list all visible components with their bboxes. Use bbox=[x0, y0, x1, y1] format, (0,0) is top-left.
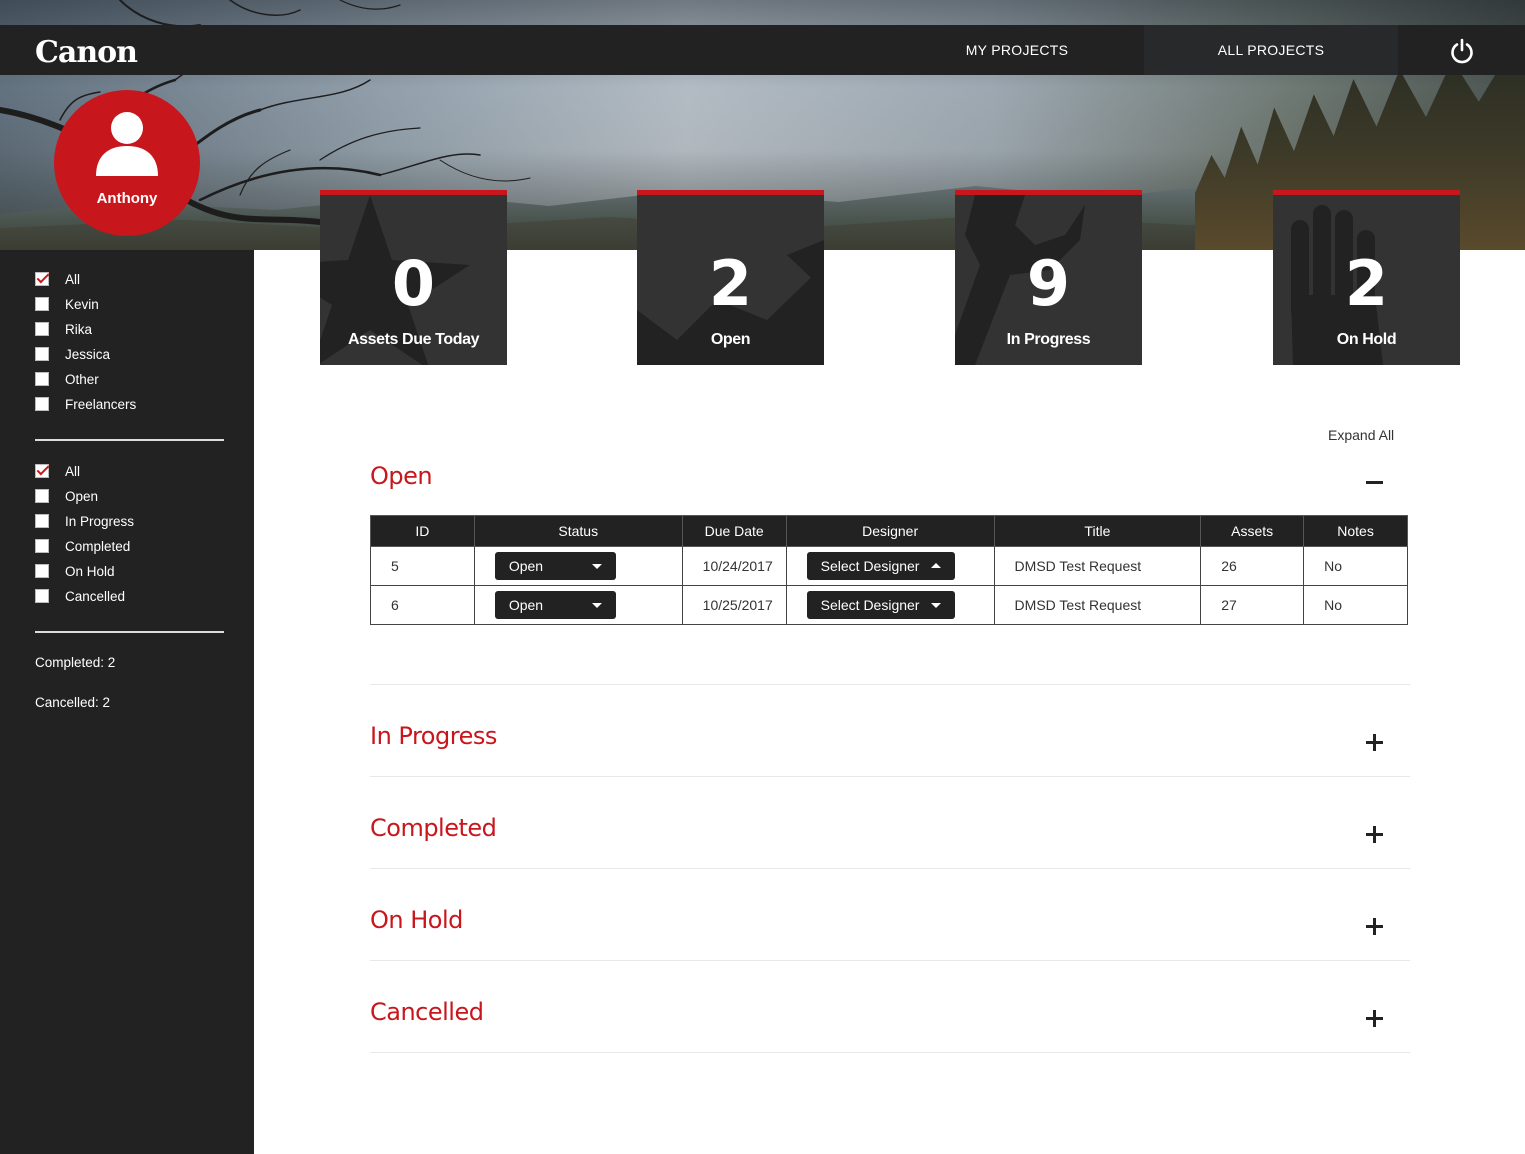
top-navigation-bar: Canon MY PROJECTS ALL PROJECTS bbox=[0, 25, 1525, 75]
status-dropdown[interactable]: Open bbox=[494, 591, 616, 619]
caret-down-icon bbox=[591, 564, 602, 569]
power-button[interactable] bbox=[1398, 25, 1525, 75]
checkbox[interactable] bbox=[35, 564, 49, 578]
designer-dropdown[interactable]: Select Designer bbox=[806, 552, 955, 580]
cell-notes: No bbox=[1303, 546, 1408, 586]
minus-icon bbox=[1366, 481, 1383, 484]
caret-down-icon bbox=[930, 603, 941, 608]
expand-toggle[interactable] bbox=[1362, 730, 1388, 756]
expand-toggle[interactable] bbox=[1362, 822, 1388, 848]
section-divider bbox=[370, 776, 1410, 777]
designer-dropdown[interactable]: Select Designer bbox=[806, 591, 955, 619]
card-value: 9 bbox=[1026, 247, 1071, 320]
section-title-in-progress[interactable]: In Progress bbox=[370, 722, 497, 750]
checkbox[interactable] bbox=[35, 272, 49, 286]
sidebar-divider bbox=[35, 439, 224, 441]
checkbox[interactable] bbox=[35, 464, 49, 478]
column-header-due-date[interactable]: Due Date bbox=[681, 515, 787, 547]
cell-title[interactable]: DMSD Test Request bbox=[993, 585, 1202, 625]
caret-up-icon bbox=[930, 563, 941, 568]
column-header-title[interactable]: Title bbox=[993, 515, 1202, 547]
card-open[interactable]: 2 Open bbox=[637, 190, 824, 365]
expand-toggle[interactable] bbox=[1362, 1006, 1388, 1032]
collapse-toggle[interactable] bbox=[1362, 470, 1388, 496]
checkbox[interactable] bbox=[35, 372, 49, 386]
user-avatar[interactable]: Anthony bbox=[54, 90, 200, 236]
checkbox[interactable] bbox=[35, 539, 49, 553]
nav-all-projects[interactable]: ALL PROJECTS bbox=[1144, 25, 1398, 75]
card-in-progress[interactable]: 9 In Progress bbox=[955, 190, 1142, 365]
cell-status: Open bbox=[473, 546, 683, 586]
column-header-designer[interactable]: Designer bbox=[785, 515, 995, 547]
cell-designer: Select Designer bbox=[785, 546, 995, 586]
section-title-completed[interactable]: Completed bbox=[370, 814, 497, 842]
expand-all-link[interactable]: Expand All bbox=[1328, 427, 1394, 443]
section-divider bbox=[370, 868, 1410, 869]
table-row[interactable]: 5 Open 10/24/2017 Select Designer DMSD T… bbox=[370, 546, 1408, 586]
table-header-row: ID Status Due Date Designer Title Assets… bbox=[370, 515, 1408, 547]
nav-my-projects[interactable]: MY PROJECTS bbox=[890, 25, 1144, 75]
card-value: 2 bbox=[1344, 247, 1389, 320]
column-header-assets[interactable]: Assets bbox=[1200, 515, 1305, 547]
checkbox[interactable] bbox=[35, 347, 49, 361]
checkbox[interactable] bbox=[35, 397, 49, 411]
user-icon bbox=[96, 112, 158, 176]
section-divider bbox=[370, 960, 1410, 961]
card-value: 0 bbox=[391, 247, 436, 320]
cell-due-date: 10/24/2017 bbox=[681, 546, 787, 586]
card-label: Open bbox=[710, 331, 751, 348]
card-label: Assets Due Today bbox=[347, 331, 480, 348]
checkbox[interactable] bbox=[35, 589, 49, 603]
checkbox[interactable] bbox=[35, 322, 49, 336]
section-title-cancelled[interactable]: Cancelled bbox=[370, 998, 484, 1026]
table-row[interactable]: 6 Open 10/25/2017 Select Designer DMSD T… bbox=[370, 585, 1408, 625]
cell-assets: 26 bbox=[1200, 546, 1305, 586]
cell-notes: No bbox=[1303, 585, 1408, 625]
cell-id: 6 bbox=[370, 585, 475, 625]
checkbox[interactable] bbox=[35, 489, 49, 503]
checkbox[interactable] bbox=[35, 297, 49, 311]
sidebar-divider bbox=[35, 631, 224, 633]
cell-assets: 27 bbox=[1200, 585, 1305, 625]
filter-sidebar: All Kevin Rika Jessica Other Freelancers… bbox=[0, 250, 254, 1154]
caret-down-icon bbox=[591, 603, 602, 608]
card-assets-due-today[interactable]: 0 Assets Due Today bbox=[320, 190, 507, 365]
cancelled-count: Cancelled: 2 bbox=[35, 695, 111, 710]
cell-id: 5 bbox=[370, 546, 475, 586]
cell-due-date: 10/25/2017 bbox=[681, 585, 787, 625]
expand-toggle[interactable] bbox=[1362, 914, 1388, 940]
canon-logo[interactable]: Canon bbox=[35, 35, 138, 70]
card-value: 2 bbox=[708, 247, 753, 320]
cell-status: Open bbox=[473, 585, 683, 625]
section-title-on-hold[interactable]: On Hold bbox=[370, 906, 463, 934]
column-header-id[interactable]: ID bbox=[370, 515, 475, 547]
section-title-open[interactable]: Open bbox=[370, 462, 433, 490]
open-projects-table: ID Status Due Date Designer Title Assets… bbox=[370, 515, 1408, 625]
card-label: On Hold bbox=[1336, 331, 1397, 348]
column-header-status[interactable]: Status bbox=[473, 515, 683, 547]
checkbox[interactable] bbox=[35, 514, 49, 528]
power-icon bbox=[1450, 38, 1473, 64]
card-on-hold[interactable]: 2 On Hold bbox=[1273, 190, 1460, 365]
card-label: In Progress bbox=[1006, 331, 1091, 348]
cell-title[interactable]: DMSD Test Request bbox=[993, 546, 1202, 586]
section-divider bbox=[370, 684, 1410, 685]
section-divider bbox=[370, 1052, 1410, 1053]
completed-count: Completed: 2 bbox=[35, 655, 116, 670]
user-name: Anthony bbox=[96, 190, 158, 207]
cell-designer: Select Designer bbox=[785, 585, 995, 625]
column-header-notes[interactable]: Notes bbox=[1303, 515, 1408, 547]
status-dropdown[interactable]: Open bbox=[494, 552, 616, 580]
